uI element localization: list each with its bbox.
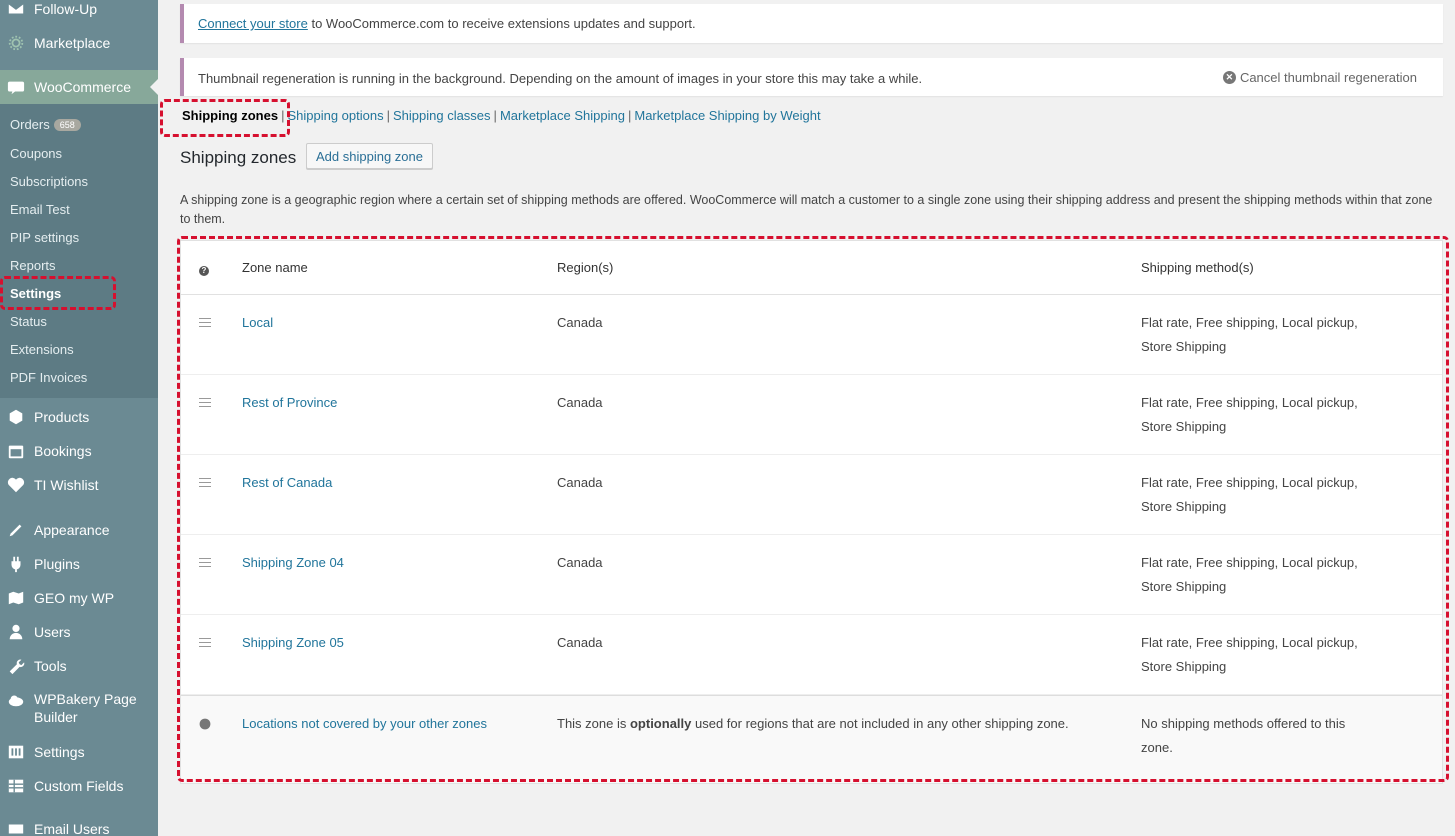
box-icon	[6, 407, 26, 427]
menu-follow-up[interactable]: Follow-Up	[0, 0, 158, 18]
zone-methods: Flat rate, Free shipping, Local pickup, S…	[1141, 635, 1358, 674]
drag-handle-icon[interactable]	[199, 391, 211, 418]
menu-tools[interactable]: Tools	[0, 656, 158, 676]
connect-store-link[interactable]: Connect your store	[198, 16, 308, 31]
rest-of-world-row: Locations not covered by your other zone…	[181, 695, 1442, 783]
header-zone-name: Zone name	[242, 260, 308, 275]
globe-icon	[199, 712, 211, 738]
submenu-pdf-invoices[interactable]: PDF Invoices	[10, 370, 87, 385]
rest-of-world-link[interactable]: Locations not covered by your other zone…	[242, 712, 542, 736]
menu-products[interactable]: Products	[0, 407, 158, 427]
user-icon	[6, 622, 26, 642]
submenu-subscriptions[interactable]: Subscriptions	[10, 174, 88, 189]
map-icon	[6, 588, 26, 608]
shipping-subnav: Shipping zones | Shipping options | Shipping…	[182, 108, 821, 123]
calendar-icon	[6, 441, 26, 461]
subnav-shipping-options[interactable]: Shipping options	[287, 108, 383, 123]
table-row: Rest of Province Canada Flat rate, Free …	[181, 375, 1442, 455]
menu-plugins[interactable]: Plugins	[0, 554, 158, 574]
woocommerce-submenu: Orders 658 Coupons Subscriptions Email Te…	[0, 104, 158, 398]
drag-handle-icon[interactable]	[199, 471, 211, 498]
woo-icon	[6, 77, 26, 97]
zone-link[interactable]: Rest of Province	[242, 391, 542, 415]
drag-handle-icon[interactable]	[199, 551, 211, 578]
submenu-pip-settings[interactable]: PIP settings	[10, 230, 79, 245]
page-title: Shipping zones	[180, 148, 297, 167]
rest-of-world-region: This zone is optionally used for regions…	[557, 716, 1069, 731]
cloud-icon	[6, 690, 26, 710]
table-row: Local Canada Flat rate, Free shipping, L…	[181, 295, 1442, 375]
submenu-reports[interactable]: Reports	[10, 258, 56, 273]
envelope-icon	[6, 819, 26, 836]
admin-sidebar: Follow-Up Marketplace WooCommerce Orders…	[0, 0, 158, 836]
table-row: Shipping Zone 04 Canada Flat rate, Free …	[181, 535, 1442, 615]
help-icon[interactable]: ?	[199, 257, 209, 281]
submenu-extensions[interactable]: Extensions	[10, 342, 74, 357]
submenu-orders[interactable]: Orders 658	[10, 117, 81, 132]
zone-region: Canada	[557, 475, 603, 490]
cancel-thumbnail-regeneration-link[interactable]: ✕ Cancel thumbnail regeneration	[1222, 70, 1417, 85]
add-shipping-zone-button[interactable]: Add shipping zone	[306, 143, 433, 169]
menu-wpbakery[interactable]: WPBakery Page Builder	[0, 690, 158, 726]
menu-woocommerce[interactable]: WooCommerce	[0, 70, 158, 104]
menu-settings[interactable]: Settings	[0, 742, 158, 762]
zone-methods: Flat rate, Free shipping, Local pickup, S…	[1141, 315, 1358, 354]
menu-bookings[interactable]: Bookings	[0, 441, 158, 461]
subnav-marketplace-shipping[interactable]: Marketplace Shipping	[500, 108, 625, 123]
orders-count-badge: 658	[53, 119, 81, 131]
header-shipping-methods: Shipping method(s)	[1141, 260, 1254, 275]
table-header: ? Zone name Region(s) Shipping method(s)	[181, 241, 1442, 295]
zone-methods: Flat rate, Free shipping, Local pickup, S…	[1141, 395, 1358, 434]
zone-methods: Flat rate, Free shipping, Local pickup, S…	[1141, 475, 1358, 514]
brush-icon	[6, 520, 26, 540]
menu-custom-fields[interactable]: Custom Fields	[0, 776, 158, 796]
table-row: Rest of Canada Canada Flat rate, Free sh…	[181, 455, 1442, 535]
table-row: Shipping Zone 05 Canada Flat rate, Free …	[181, 615, 1442, 695]
menu-email-users[interactable]: Email Users	[0, 820, 158, 836]
submenu-email-test[interactable]: Email Test	[10, 202, 70, 217]
submenu-coupons[interactable]: Coupons	[10, 146, 62, 161]
zone-link[interactable]: Shipping Zone 05	[242, 631, 542, 655]
submenu-status[interactable]: Status	[10, 314, 47, 329]
menu-users[interactable]: Users	[0, 622, 158, 642]
menu-geo-my-wp[interactable]: GEO my WP	[0, 588, 158, 608]
thumbnail-regeneration-notice: Thumbnail regeneration is running in the…	[180, 58, 1443, 96]
envelope-icon	[6, 0, 26, 19]
subnav-shipping-zones[interactable]: Shipping zones	[182, 108, 278, 123]
plug-icon	[6, 554, 26, 574]
subnav-marketplace-shipping-by-weight[interactable]: Marketplace Shipping by Weight	[634, 108, 820, 123]
menu-marketplace[interactable]: Marketplace	[0, 33, 158, 53]
zone-link[interactable]: Rest of Canada	[242, 471, 542, 495]
heart-icon	[6, 475, 26, 495]
zone-region: Canada	[557, 555, 603, 570]
shipping-zones-description: A shipping zone is a geographic region w…	[180, 193, 1433, 226]
header-regions: Region(s)	[557, 260, 614, 275]
menu-ti-wishlist[interactable]: TI Wishlist	[0, 475, 158, 495]
drag-handle-icon[interactable]	[199, 311, 211, 338]
rest-of-world-methods: No shipping methods offered to this zone.	[1141, 716, 1346, 755]
zone-link[interactable]: Shipping Zone 04	[242, 551, 542, 575]
zone-region: Canada	[557, 635, 603, 650]
sliders-icon	[6, 742, 26, 762]
zone-methods: Flat rate, Free shipping, Local pickup, S…	[1141, 555, 1358, 594]
gear-icon	[6, 33, 26, 53]
subnav-shipping-classes[interactable]: Shipping classes	[393, 108, 491, 123]
close-circle-icon: ✕	[1222, 71, 1236, 84]
connect-store-notice: Connect your store to WooCommerce.com to…	[180, 4, 1443, 43]
menu-appearance[interactable]: Appearance	[0, 520, 158, 540]
submenu-settings[interactable]: Settings	[10, 286, 61, 301]
zone-region: Canada	[557, 315, 603, 330]
zone-region: Canada	[557, 395, 603, 410]
zone-link[interactable]: Local	[242, 311, 542, 335]
wrench-icon	[6, 656, 26, 676]
shipping-zones-table: ? Zone name Region(s) Shipping method(s)…	[180, 240, 1443, 784]
drag-handle-icon[interactable]	[199, 631, 211, 658]
table-icon	[6, 776, 26, 796]
